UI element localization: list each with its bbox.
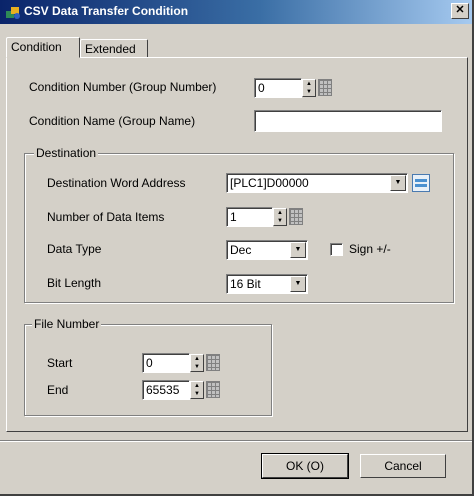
footer-separator xyxy=(0,440,472,442)
file-start-spinner[interactable]: ▲ ▼ xyxy=(190,354,204,372)
bit-length-label: Bit Length xyxy=(47,276,102,290)
tab-extended[interactable]: Extended xyxy=(80,39,148,58)
destination-address-dropdown[interactable]: ▼ xyxy=(390,175,406,191)
ok-button[interactable]: OK (O) xyxy=(261,453,349,479)
data-items-label: Number of Data Items xyxy=(47,210,165,224)
spin-down-icon: ▼ xyxy=(194,364,200,370)
file-number-group-title: File Number xyxy=(32,317,102,331)
condition-number-label: Condition Number (Group Number) xyxy=(29,80,217,94)
condition-number-spinner[interactable]: ▲ ▼ xyxy=(302,79,316,97)
tab-extended-label: Extended xyxy=(85,42,136,56)
cancel-button[interactable]: Cancel xyxy=(360,454,446,478)
condition-number-input[interactable]: 0 xyxy=(254,78,302,98)
data-type-dropdown[interactable]: ▼ xyxy=(290,242,306,258)
spin-up-icon: ▲ xyxy=(194,356,200,362)
condition-name-input[interactable] xyxy=(254,110,442,132)
spin-up-icon: ▲ xyxy=(277,210,283,216)
csv-data-transfer-dialog: CSV Data Transfer Condition ✕ Condition … xyxy=(0,0,474,496)
close-button[interactable]: ✕ xyxy=(451,3,469,19)
file-start-label: Start xyxy=(47,356,73,370)
sign-label: Sign +/- xyxy=(349,242,391,256)
app-icon xyxy=(6,7,20,19)
condition-name-label: Condition Name (Group Name) xyxy=(29,114,196,128)
file-start-grid-icon[interactable] xyxy=(206,354,220,371)
dropdown-arrow-icon: ▼ xyxy=(294,280,302,287)
data-items-spinner[interactable]: ▲ ▼ xyxy=(273,208,287,226)
destination-group-title: Destination xyxy=(34,146,99,160)
spin-up-icon: ▲ xyxy=(306,81,312,87)
file-end-input[interactable]: 65535 xyxy=(142,380,190,400)
sign-checkbox[interactable] xyxy=(330,243,343,256)
file-end-grid-icon[interactable] xyxy=(206,381,220,398)
spin-down-icon: ▼ xyxy=(306,89,312,95)
spin-up-icon: ▲ xyxy=(194,383,200,389)
dropdown-arrow-icon: ▼ xyxy=(394,179,402,186)
spin-down-icon: ▼ xyxy=(194,391,200,397)
data-type-label: Data Type xyxy=(47,242,102,256)
file-end-label: End xyxy=(47,383,69,397)
bit-length-dropdown[interactable]: ▼ xyxy=(290,276,306,292)
close-icon: ✕ xyxy=(455,4,465,16)
dropdown-arrow-icon: ▼ xyxy=(294,246,302,253)
file-start-input[interactable]: 0 xyxy=(142,353,190,373)
tab-condition-label: Condition xyxy=(11,40,62,54)
condition-number-grid-icon[interactable] xyxy=(318,79,332,96)
window-title: CSV Data Transfer Condition xyxy=(24,4,189,18)
data-items-input[interactable]: 1 xyxy=(226,207,273,227)
data-items-grid-icon[interactable] xyxy=(289,208,303,225)
tab-condition[interactable]: Condition xyxy=(6,37,80,58)
destination-address-input[interactable]: [PLC1]D00000 xyxy=(226,173,408,193)
spin-down-icon: ▼ xyxy=(277,218,283,224)
destination-address-label: Destination Word Address xyxy=(47,176,186,190)
title-bar[interactable]: CSV Data Transfer Condition ✕ xyxy=(0,0,472,24)
keypad-icon[interactable] xyxy=(412,174,430,192)
file-end-spinner[interactable]: ▲ ▼ xyxy=(190,381,204,399)
